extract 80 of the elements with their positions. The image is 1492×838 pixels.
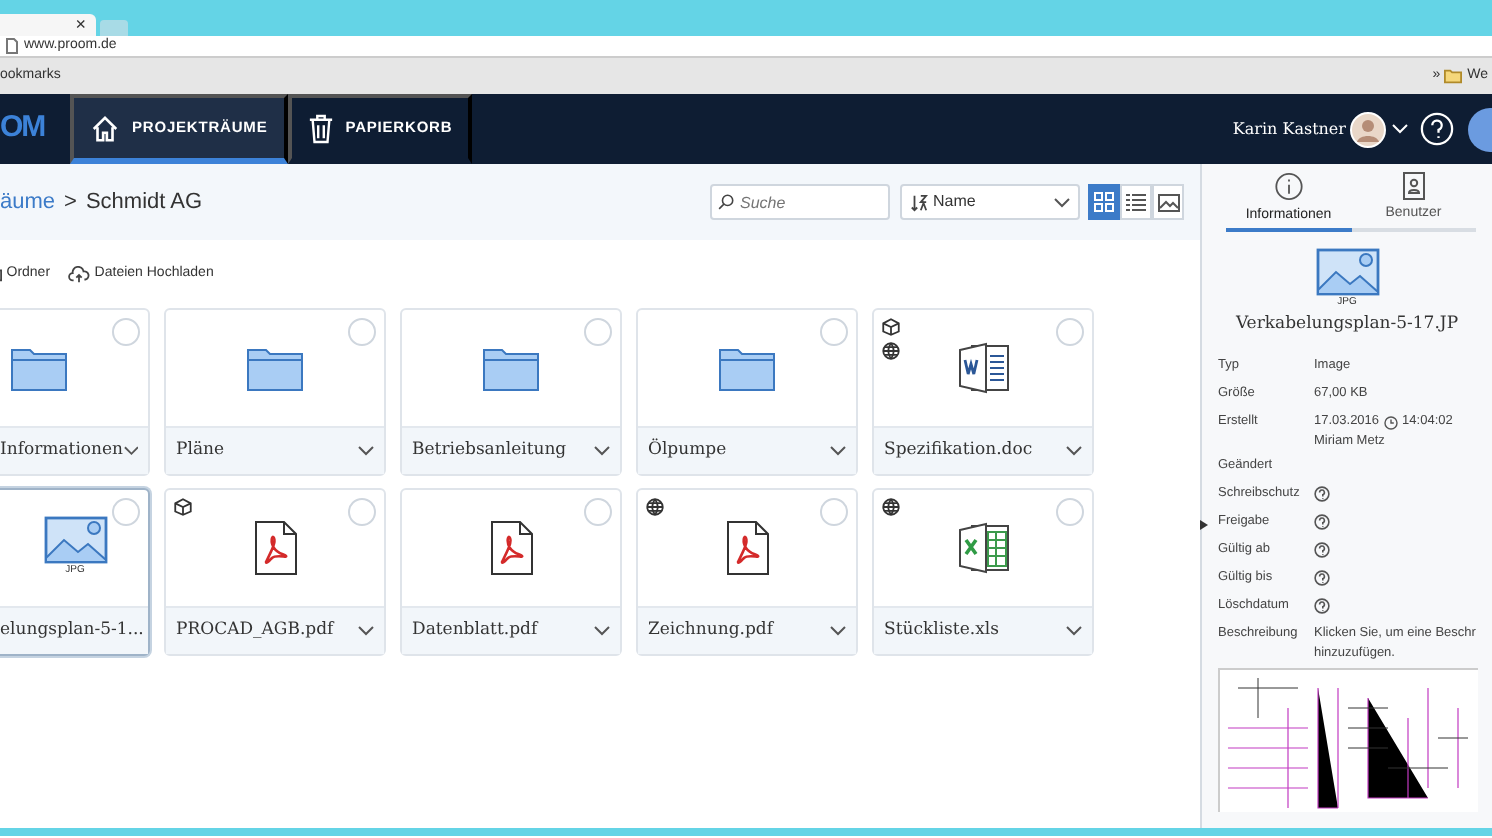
file-card[interactable]: Datenblatt.pdf (400, 488, 622, 656)
file-title: Verkabelungsplan-5-17.JP (1235, 311, 1459, 337)
file-name: PROCAD_AGB.pdf (176, 618, 334, 644)
select-checkbox[interactable] (820, 498, 848, 526)
file-card[interactable]: Zeichnung.pdf (636, 488, 858, 656)
select-checkbox[interactable] (820, 318, 848, 346)
file-card[interactable]: PROCAD_AGB.pdf (164, 488, 386, 656)
collapse-arrow-icon[interactable] (1200, 520, 1208, 530)
image-file-icon (43, 516, 107, 565)
select-checkbox[interactable] (1056, 498, 1084, 526)
sort-icon (909, 193, 927, 211)
file-name: Informationen (0, 438, 124, 464)
list-view-icon (1126, 192, 1146, 212)
spreadsheet-icon (955, 520, 1011, 576)
help-icon[interactable] (1314, 485, 1330, 502)
search-icon (718, 194, 734, 210)
folder-icon (482, 344, 540, 392)
file-name: Betriebsanleitung (412, 438, 567, 464)
file-name: Datenblatt.pdf (412, 618, 538, 644)
file-name: Stückliste.xls (884, 618, 999, 644)
search-field[interactable]: Suche (710, 184, 890, 220)
file-name: Ölpumpe (648, 438, 727, 464)
help-icon[interactable] (1314, 541, 1330, 558)
chevron-down-icon[interactable] (830, 446, 846, 456)
file-card[interactable]: Informationen (0, 308, 150, 476)
user-card-icon (1401, 172, 1426, 200)
select-checkbox[interactable] (584, 498, 612, 526)
word-document-icon (955, 340, 1011, 396)
avatar-icon[interactable] (1350, 111, 1387, 147)
select-checkbox[interactable] (584, 318, 612, 346)
help-icon[interactable] (1314, 569, 1330, 586)
image-view-icon (1157, 193, 1179, 211)
file-name: Spezifikation.doc (884, 438, 1033, 464)
file-name: elungsplan-5-1... (0, 618, 144, 644)
file-card[interactable]: Pläne (164, 308, 386, 476)
folder-icon (718, 344, 776, 392)
chevron-down-icon[interactable] (594, 626, 610, 636)
breadcrumb-item: Schmidt AG (85, 187, 203, 218)
help-icon[interactable] (1314, 597, 1330, 614)
home-icon (90, 113, 120, 143)
chevron-down-icon[interactable] (1066, 626, 1082, 636)
chevron-down-icon[interactable] (358, 626, 374, 636)
file-card[interactable]: Spezifikation.doc (872, 308, 1094, 476)
file-card[interactable]: Betriebsanleitung (400, 308, 622, 476)
chevron-down-icon[interactable] (1066, 446, 1082, 456)
file-card[interactable]: Stückliste.xls (872, 488, 1094, 656)
folder-icon (10, 344, 68, 392)
grid-view-icon (1094, 192, 1114, 212)
logo[interactable]: OM (0, 94, 70, 164)
select-checkbox[interactable] (348, 498, 376, 526)
chevron-down-icon[interactable] (123, 446, 138, 456)
user-name[interactable]: Karin Kastner (1232, 117, 1346, 141)
select-checkbox[interactable] (112, 318, 140, 346)
cloud-upload-icon (68, 265, 91, 283)
chevron-down-icon[interactable] (594, 446, 610, 456)
tab-close-button[interactable]: × (75, 14, 86, 34)
trash-icon (307, 113, 334, 143)
file-card[interactable]: Ölpumpe (636, 308, 858, 476)
breadcrumb-item[interactable]: äume (0, 185, 56, 219)
browser-tab[interactable]: × (0, 14, 96, 36)
view-toggle-button[interactable] (1088, 184, 1120, 220)
clock-icon (1383, 415, 1398, 430)
pdf-file-icon (489, 520, 533, 576)
chevron-down-icon[interactable] (830, 626, 846, 636)
help-icon[interactable] (1314, 513, 1330, 530)
breadcrumb-separator: > (64, 187, 77, 218)
chevron-down-icon[interactable] (358, 446, 374, 456)
select-checkbox[interactable] (1056, 318, 1084, 346)
info-icon (1273, 172, 1304, 201)
select-checkbox[interactable] (348, 318, 376, 346)
sort-dropdown[interactable]: Name (899, 184, 1079, 220)
file-name: Zeichnung.pdf (648, 618, 773, 644)
pdf-file-icon (253, 520, 297, 576)
chevron-down-icon[interactable] (1053, 197, 1069, 207)
folder-icon (246, 344, 304, 392)
pdf-file-icon (725, 520, 769, 576)
image-file-icon (1315, 248, 1379, 296)
select-checkbox[interactable] (112, 498, 140, 526)
file-name: Pläne (176, 438, 225, 464)
folder-icon (1444, 68, 1463, 84)
